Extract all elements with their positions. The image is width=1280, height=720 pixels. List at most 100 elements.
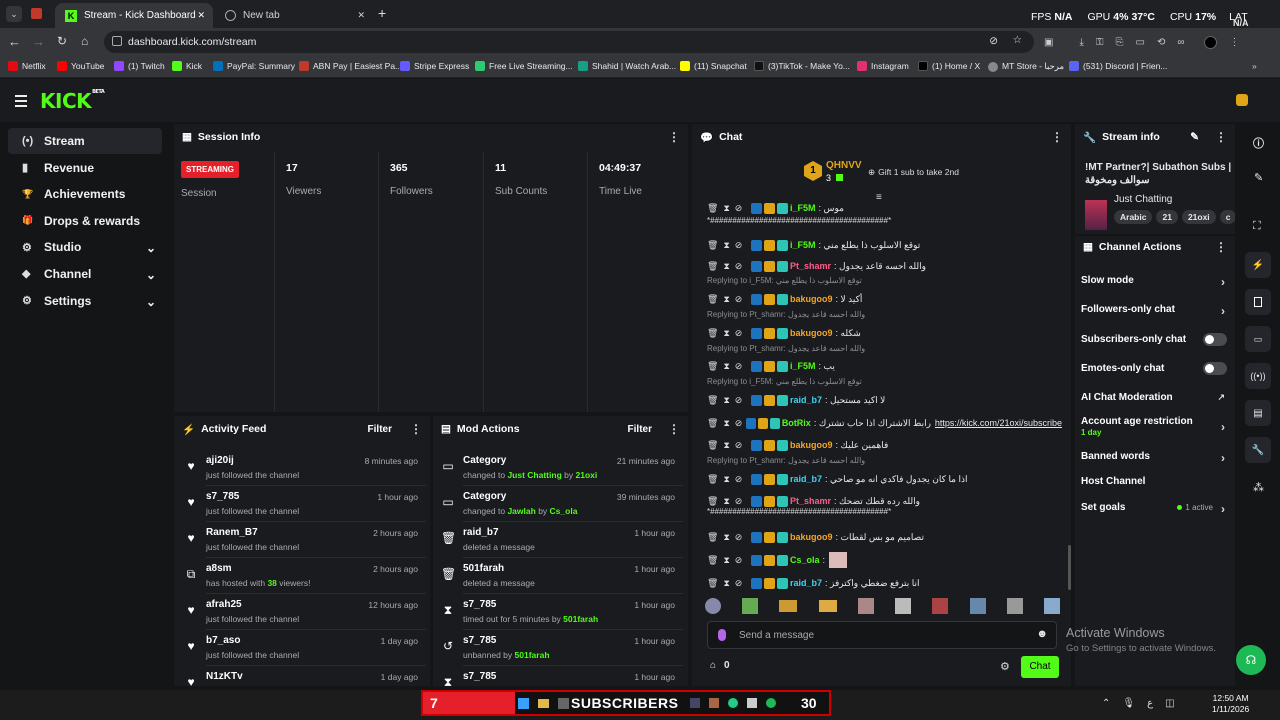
ban-icon[interactable]: ⊘ bbox=[735, 203, 743, 214]
bookmark-free-streaming[interactable]: Free Live Streaming... bbox=[475, 61, 573, 71]
emote-4[interactable] bbox=[818, 600, 837, 612]
timeout-icon[interactable]: ⧗ bbox=[723, 440, 729, 451]
chat-input[interactable]: Send a message ☻ bbox=[707, 621, 1057, 649]
sidebar-item-studio[interactable]: ⚙ Studio ⌄ bbox=[8, 234, 162, 260]
chat-username[interactable]: Cs_ola bbox=[790, 555, 820, 565]
kick-logo[interactable]: KICKBETA bbox=[40, 89, 105, 113]
action-ai-moderation[interactable]: AI Chat Moderation ↗ bbox=[1081, 392, 1227, 403]
delete-icon[interactable]: 🗑 bbox=[707, 532, 718, 543]
extensions-icon[interactable]: ▣ bbox=[1044, 37, 1053, 48]
action-banned-words[interactable]: Banned words › bbox=[1081, 451, 1227, 465]
gift-sub-cta[interactable]: ⊕ Gift 1 sub to take 2nd bbox=[868, 167, 959, 178]
chat-scrollbar[interactable] bbox=[1068, 545, 1071, 590]
bookmark-snapchat[interactable]: (11) Snapchat bbox=[680, 61, 747, 71]
chat-username[interactable]: i_F5M bbox=[790, 203, 816, 213]
more-bookmarks-icon[interactable]: » bbox=[1252, 61, 1257, 71]
bookmark-tiktok[interactable]: (3)TikTok - Make Yo... bbox=[754, 61, 850, 71]
translate-icon[interactable]: ⎘ bbox=[1116, 37, 1124, 48]
more-options-icon[interactable]: ⋮ bbox=[410, 422, 422, 436]
more-options-icon[interactable]: ⋮ bbox=[668, 130, 680, 144]
timeout-icon[interactable]: ⧗ bbox=[723, 578, 729, 589]
emote-7[interactable] bbox=[932, 598, 949, 614]
ban-icon[interactable]: ⊘ bbox=[735, 240, 743, 251]
bookmark-netflix[interactable]: Netflix bbox=[8, 61, 46, 71]
app-icon[interactable] bbox=[747, 698, 757, 708]
keyboard-language[interactable]: ع bbox=[1147, 698, 1153, 709]
timeout-icon[interactable]: ⧗ bbox=[723, 496, 729, 507]
timeout-icon[interactable]: ⧗ bbox=[723, 361, 729, 372]
quick-action-broadcast[interactable]: ((•)) bbox=[1245, 363, 1271, 389]
subscribers-only-toggle[interactable] bbox=[1203, 333, 1227, 346]
action-slow-mode[interactable]: Slow mode › bbox=[1081, 275, 1227, 289]
delete-icon[interactable]: 🗑 bbox=[707, 496, 718, 507]
info-icon[interactable]: ⓘ bbox=[1253, 135, 1264, 151]
back-icon[interactable]: ← bbox=[8, 34, 21, 49]
tag[interactable]: c bbox=[1219, 210, 1235, 224]
timeout-icon[interactable]: ⧗ bbox=[723, 240, 729, 251]
emote-9[interactable] bbox=[1006, 598, 1023, 614]
more-options-icon[interactable]: ⋮ bbox=[1215, 130, 1227, 144]
reply-context[interactable]: Replying to i_F5M: توقع الاسلوب ذا يطلع … bbox=[707, 377, 862, 386]
clock[interactable]: 12:50 AM 1/11/2026 bbox=[1212, 693, 1249, 715]
bookmark-star-icon[interactable]: ☆ bbox=[1013, 34, 1022, 46]
timeout-icon[interactable]: ⧗ bbox=[723, 203, 729, 214]
reload-icon[interactable]: ↻ bbox=[57, 34, 67, 48]
bookmark-youtube[interactable]: YouTube bbox=[57, 61, 104, 71]
emoji-icon[interactable]: ☻ bbox=[1036, 628, 1048, 640]
chat-send-button[interactable]: Chat bbox=[1021, 656, 1059, 678]
quick-action-layout[interactable]: ▤ bbox=[1245, 400, 1271, 426]
emote-3[interactable] bbox=[779, 600, 798, 612]
sidebar-item-channel[interactable]: ◆ Channel ⌄ bbox=[8, 261, 162, 287]
quick-action-clipboard[interactable] bbox=[1245, 289, 1271, 315]
delete-icon[interactable]: 🗑 bbox=[707, 203, 718, 214]
ban-icon[interactable]: ⊘ bbox=[735, 578, 743, 589]
timeout-icon[interactable]: ⧗ bbox=[723, 261, 729, 272]
apps-icon[interactable]: ⁂ bbox=[1253, 481, 1264, 494]
eye-off-icon[interactable]: ⊘ bbox=[989, 35, 998, 47]
link-icon[interactable]: ∞ bbox=[1177, 37, 1184, 48]
reply-context[interactable]: Replying to Pt_shamr: والله احسه قاعد يج… bbox=[707, 310, 865, 319]
tab-close-icon[interactable]: ✕ bbox=[357, 10, 365, 21]
sidebar-item-achievements[interactable]: 🏆 Achievements bbox=[8, 181, 162, 207]
delete-icon[interactable]: 🗑 bbox=[707, 261, 718, 272]
delete-icon[interactable]: 🗑 bbox=[707, 328, 718, 339]
bookmark-mt-store[interactable]: MT Store - مرحبا bbox=[988, 61, 1064, 72]
chat-username[interactable]: bakugoo9 bbox=[790, 532, 833, 542]
chat-username[interactable]: raid_b7 bbox=[790, 474, 822, 484]
timeout-icon[interactable]: ⧗ bbox=[723, 395, 729, 406]
bookmark-paypal[interactable]: PayPal: Summary bbox=[213, 61, 295, 71]
ban-icon[interactable]: ⊘ bbox=[735, 555, 743, 566]
bookmark-discord[interactable]: (531) Discord | Frien... bbox=[1069, 61, 1167, 71]
bookmark-twitch[interactable]: (1) Twitch bbox=[114, 61, 165, 71]
tab-kick-dashboard[interactable]: K Stream - Kick Dashboard ✕ bbox=[55, 3, 213, 28]
timeout-icon[interactable]: ⧗ bbox=[723, 328, 729, 339]
quick-action-tools[interactable]: 🔧 bbox=[1245, 437, 1271, 463]
delete-icon[interactable]: 🗑 bbox=[707, 440, 718, 451]
timeout-icon[interactable]: ⧗ bbox=[723, 294, 729, 305]
timeout-icon[interactable]: ⧗ bbox=[723, 532, 729, 543]
timeout-icon[interactable]: ⧗ bbox=[723, 555, 729, 566]
reply-context[interactable]: Replying to Pt_shamr: والله احسه قاعد يج… bbox=[707, 344, 865, 353]
emote-2[interactable] bbox=[742, 598, 759, 614]
sidebar-item-drops[interactable]: 🎁 Drops & rewards bbox=[8, 208, 162, 234]
timeout-icon[interactable]: ⧗ bbox=[723, 418, 729, 429]
delete-icon[interactable]: 🗑 bbox=[707, 294, 718, 305]
tag[interactable]: 21oxi bbox=[1181, 210, 1216, 224]
app-icon[interactable] bbox=[558, 698, 569, 709]
menu-icon[interactable]: ⋮ bbox=[1229, 37, 1239, 48]
action-account-age[interactable]: Account age restriction 1 day › bbox=[1081, 416, 1227, 437]
emote-5[interactable] bbox=[857, 598, 874, 614]
tab-search-button[interactable]: ⌄ bbox=[6, 6, 22, 22]
channel-points[interactable]: ⌂ 0 bbox=[710, 660, 730, 671]
chat-username[interactable]: bakugoo9 bbox=[790, 440, 833, 450]
more-options-icon[interactable]: ⋮ bbox=[1215, 240, 1227, 254]
chevron-up-icon[interactable]: ⌃ bbox=[1102, 698, 1110, 709]
delete-icon[interactable]: 🗑 bbox=[707, 474, 718, 485]
site-info-icon[interactable] bbox=[112, 36, 122, 46]
delete-icon[interactable]: 🗑 bbox=[707, 555, 718, 566]
edit-icon[interactable]: ✎ bbox=[1190, 131, 1199, 143]
action-followers-only[interactable]: Followers-only chat › bbox=[1081, 304, 1227, 318]
key-icon[interactable]: ⚿ bbox=[1096, 37, 1104, 48]
chat-username[interactable]: i_F5M bbox=[790, 361, 816, 371]
emotes-only-toggle[interactable] bbox=[1203, 362, 1227, 375]
